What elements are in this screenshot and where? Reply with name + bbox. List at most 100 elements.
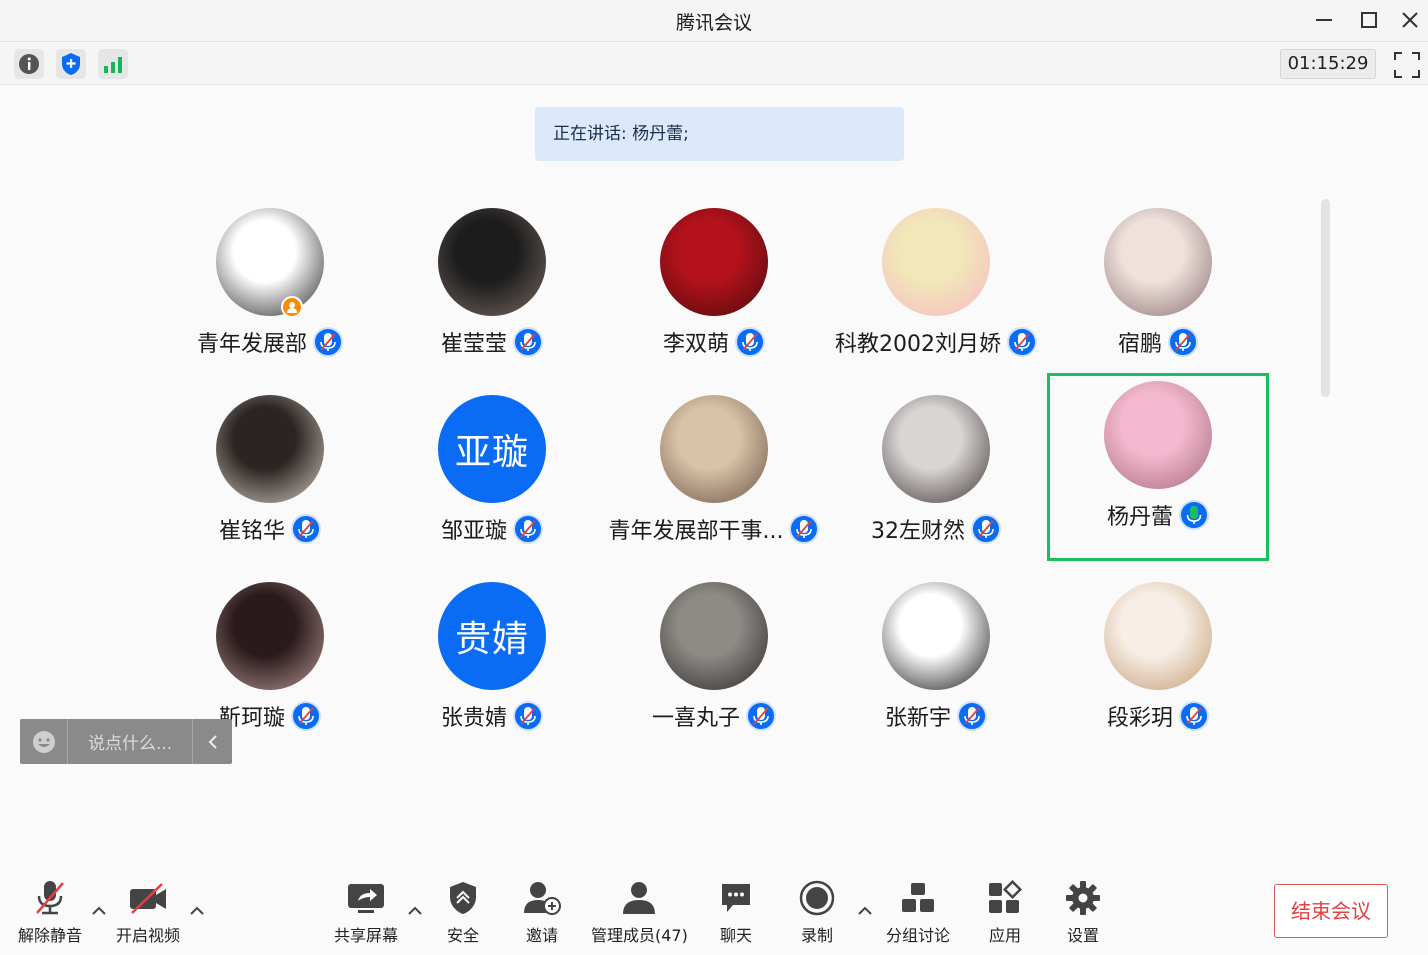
avatar	[660, 582, 768, 690]
members-label: 管理成员(47)	[591, 926, 688, 945]
avatar	[216, 582, 324, 690]
breakout-rooms-button[interactable]: 分组讨论	[886, 878, 950, 946]
fullscreen-button[interactable]	[1392, 50, 1422, 80]
participant-tile[interactable]: 一喜丸子	[603, 574, 825, 761]
share-screen-button[interactable]: 共享屏幕	[334, 878, 398, 946]
security-button[interactable]: 安全	[443, 878, 483, 946]
participant-tile[interactable]: 崔铭华	[159, 387, 381, 574]
participant-tile[interactable]: 亚璇 邹亚璇	[381, 387, 603, 574]
avatar	[1104, 381, 1212, 489]
record-button[interactable]: 录制	[797, 878, 837, 946]
microphone-muted-icon	[746, 701, 776, 731]
microphone-muted-icon	[735, 327, 765, 357]
close-icon	[1402, 12, 1418, 28]
microphone-muted-icon	[36, 881, 64, 915]
microphone-muted-icon	[971, 514, 1001, 544]
manage-members-button[interactable]: 管理成员(47)	[591, 878, 688, 946]
invite-button[interactable]: 邀请	[522, 878, 562, 946]
avatar	[882, 208, 990, 316]
grid-scrollbar[interactable]	[1321, 199, 1330, 397]
gear-icon	[1066, 881, 1100, 915]
participant-name-row: 宿鹏	[1047, 326, 1269, 358]
microphone-muted-icon	[313, 327, 343, 357]
end-meeting-button[interactable]: 结束会议	[1274, 884, 1388, 938]
participant-tile[interactable]: 张新宇	[825, 574, 1047, 761]
apps-button[interactable]: 应用	[985, 878, 1025, 946]
quick-chat-box[interactable]: 说点什么...	[20, 719, 232, 764]
avatar	[882, 395, 990, 503]
window-title: 腾讯会议	[675, 12, 752, 34]
chat-button[interactable]: 聊天	[716, 878, 756, 946]
add-person-icon	[524, 882, 561, 915]
share-label: 共享屏幕	[334, 926, 399, 945]
shield-icon	[450, 882, 476, 914]
close-button[interactable]	[1393, 6, 1427, 34]
participant-name: 李双萌	[662, 332, 729, 357]
participant-tile[interactable]: 32左财然	[825, 387, 1047, 574]
settings-button[interactable]: 设置	[1063, 878, 1103, 946]
avatar	[216, 395, 324, 503]
participant-name: 崔铭华	[218, 519, 285, 544]
microphone-active-icon	[1179, 500, 1209, 530]
participant-name: 张新宇	[884, 706, 951, 731]
record-icon	[799, 880, 835, 916]
participant-tile[interactable]: 李双萌	[603, 200, 825, 387]
chat-input-placeholder[interactable]: 说点什么...	[68, 729, 192, 754]
host-badge-icon	[281, 296, 303, 318]
active-speaker-banner: 正在讲话: 杨丹蕾;	[535, 107, 904, 161]
participant-name-row: 科教2002刘月娇	[825, 326, 1047, 358]
minimize-button[interactable]	[1307, 6, 1341, 34]
emoji-icon	[32, 730, 55, 753]
title-bar: 腾讯会议	[0, 0, 1428, 42]
avatar: 贵婧	[438, 582, 546, 690]
participant-name-row: 一喜丸子	[603, 700, 825, 732]
participant-tile[interactable]: 青年发展部	[159, 200, 381, 387]
avatar	[216, 208, 324, 316]
avatar	[1104, 208, 1212, 316]
microphone-muted-icon	[513, 514, 543, 544]
participant-tile[interactable]: 贵婧 张贵婧	[381, 574, 603, 761]
unmute-button[interactable]: 解除静音	[18, 878, 82, 946]
avatar	[882, 582, 990, 690]
microphone-muted-icon	[789, 514, 820, 544]
network-status-button[interactable]	[98, 49, 128, 79]
meeting-window: 腾讯会议 01:15:29 正在讲话: 杨丹蕾; 青年发展部 崔莹莹 李双萌 科…	[0, 0, 1428, 955]
meeting-timer: 01:15:29	[1280, 49, 1376, 79]
participant-tile[interactable]: 崔莹莹	[381, 200, 603, 387]
microphone-muted-icon	[1007, 327, 1037, 357]
video-off-icon	[130, 883, 166, 914]
breakout-label: 分组讨论	[886, 926, 951, 945]
video-label: 开启视频	[116, 926, 181, 945]
participant-name-row: 崔莹莹	[381, 326, 603, 358]
minimize-icon	[1316, 19, 1332, 21]
avatar: 亚璇	[438, 395, 546, 503]
microphone-muted-icon	[291, 701, 321, 731]
participant-tile[interactable]: 杨丹蕾	[1047, 373, 1269, 561]
participant-tile[interactable]: 青年发展部干事...	[603, 387, 825, 574]
apps-label: 应用	[988, 926, 1021, 945]
video-options-caret-icon[interactable]	[188, 902, 206, 920]
participant-name-row: 张贵婧	[381, 700, 603, 732]
participant-tile[interactable]: 段彩玥	[1047, 574, 1269, 761]
signal-bars-icon	[104, 57, 122, 73]
security-status-button[interactable]	[56, 49, 86, 79]
participant-name-row: 杨丹蕾	[1050, 499, 1266, 531]
collapse-chat-button[interactable]	[192, 719, 232, 764]
meeting-info-button[interactable]	[14, 49, 44, 79]
participant-name: 一喜丸子	[651, 706, 740, 731]
share-options-caret-icon[interactable]	[406, 902, 424, 920]
participant-name: 青年发展部干事...	[608, 519, 784, 544]
participant-name: 崔莹莹	[440, 332, 507, 357]
avatar	[438, 208, 546, 316]
emoji-button[interactable]	[20, 719, 68, 764]
participant-tile[interactable]: 科教2002刘月娇	[825, 200, 1047, 387]
start-video-button[interactable]: 开启视频	[116, 878, 180, 946]
record-options-caret-icon[interactable]	[856, 902, 874, 920]
settings-label: 设置	[1066, 926, 1099, 945]
microphone-muted-icon	[291, 514, 321, 544]
audio-options-caret-icon[interactable]	[90, 902, 108, 920]
maximize-button[interactable]	[1352, 6, 1386, 34]
shield-icon	[62, 53, 80, 75]
record-label: 录制	[800, 926, 833, 945]
participant-tile[interactable]: 宿鹏	[1047, 200, 1269, 387]
